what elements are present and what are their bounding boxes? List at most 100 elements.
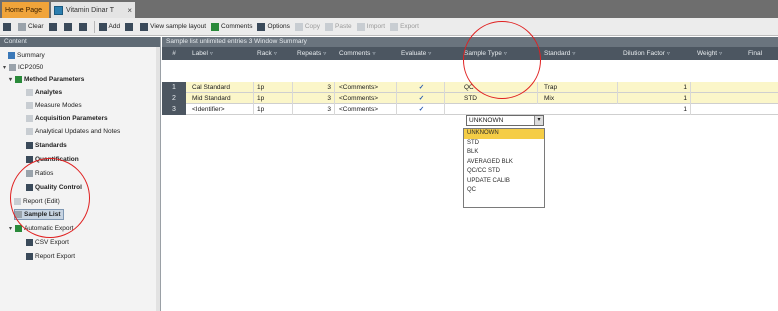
paste-label: Paste [335, 23, 352, 30]
column-header-weight[interactable]: Weight ▿ [695, 47, 743, 60]
chevron-down-icon[interactable]: ▾ [534, 116, 543, 125]
column-label: Evaluate [401, 50, 427, 57]
grid-title: Sample list unlimited entries 3 Window S… [162, 37, 778, 47]
cell-repeats[interactable]: 3 [295, 82, 335, 93]
filter-icon[interactable]: ▿ [372, 51, 375, 57]
copy-label: Copy [304, 23, 321, 30]
tree-item-quantification[interactable]: Quantification [26, 154, 79, 165]
insert-button[interactable] [125, 22, 135, 31]
cell-standard[interactable]: Mix [542, 93, 618, 104]
tree-item-icp[interactable]: ▾ ICP2050 [3, 62, 43, 73]
dropdown-option[interactable]: QC/CC STD [464, 167, 544, 177]
sample-list-icon [15, 211, 22, 218]
tree-item-acquisition-parameters[interactable]: Acquisition Parameters [26, 113, 108, 124]
cell-sample-type[interactable]: STD [462, 93, 538, 104]
table-row[interactable]: 1 Cal Standard 1p 3 <Comments> ✓ QC Trap… [162, 82, 778, 93]
grid-button-2[interactable] [63, 22, 74, 31]
cell-comments[interactable]: <Comments> [337, 93, 397, 104]
column-header-standard[interactable]: Standard ▿ [542, 47, 618, 60]
column-header-evaluate[interactable]: Evaluate ▿ [399, 47, 445, 60]
dropdown-option[interactable]: BLK [464, 148, 544, 158]
column-header-comments[interactable]: Comments ▿ [337, 47, 397, 60]
filter-icon[interactable]: ▿ [504, 51, 507, 57]
cell-label[interactable]: <Identifier> [190, 104, 254, 115]
cell-evaluate-checkbox[interactable]: ✓ [399, 82, 445, 93]
tree-item-measure-modes[interactable]: Measure Modes [26, 100, 82, 111]
column-header-repeats[interactable]: Repeats ▿ [295, 47, 335, 60]
tree-item-quality-control[interactable]: Quality Control [26, 182, 82, 193]
tab-method-document[interactable]: Vitamin Dinar T × [51, 2, 135, 18]
tree-item-method-parameters[interactable]: ▾ Method Parameters [9, 74, 84, 85]
dropdown-option[interactable]: UNKNOWN [464, 129, 544, 139]
cell-standard[interactable]: Trap [542, 82, 618, 93]
filter-icon[interactable]: ▿ [572, 51, 575, 57]
column-header-label[interactable]: Label ▿ [190, 47, 254, 60]
import-button[interactable]: Import [356, 22, 385, 31]
row-number: 2 [162, 93, 186, 104]
dropdown-option[interactable]: UPDATE CALIB [464, 177, 544, 187]
cell-evaluate-checkbox[interactable]: ✓ [399, 93, 445, 104]
table-icon [78, 22, 87, 31]
column-label: Final [748, 50, 763, 57]
cell-rack[interactable]: 1p [255, 93, 293, 104]
filter-icon[interactable]: ▿ [428, 51, 431, 57]
clear-button[interactable]: Clear [18, 22, 44, 31]
cell-rack[interactable]: 1p [255, 82, 293, 93]
view-layout-button[interactable]: View sample layout [140, 22, 206, 31]
paste-button[interactable]: Paste [325, 22, 352, 31]
cell-dilution-factor[interactable]: 1 [621, 104, 691, 115]
cell-repeats[interactable]: 3 [295, 93, 335, 104]
cell-dilution-factor[interactable]: 1 [621, 82, 691, 93]
copy-button[interactable]: Copy [294, 22, 321, 31]
save-icon [3, 22, 11, 31]
tree-item-analytical-updates[interactable]: Analytical Updates and Notes [26, 126, 120, 137]
table-row[interactable]: 3 <Identifier> 1p 3 <Comments> ✓ 1 [162, 104, 778, 115]
column-header-final[interactable]: Final [746, 47, 778, 60]
add-button[interactable]: Add [98, 22, 121, 31]
tree-item-report-edit[interactable]: Report (Edit) [14, 196, 60, 207]
dropdown-option[interactable]: AVERAGED BLK [464, 158, 544, 168]
save-button[interactable] [3, 22, 13, 31]
cell-sample-type[interactable]: QC [462, 82, 538, 93]
tree-item-standards[interactable]: Standards [26, 140, 67, 151]
tree-label: Quantification [35, 156, 79, 163]
cell-rack[interactable]: 1p [255, 104, 293, 115]
table-row[interactable]: 2 Mid Standard 1p 3 <Comments> ✓ STD Mix… [162, 93, 778, 104]
tree-scrollbar[interactable] [156, 47, 160, 311]
cell-label[interactable]: Mid Standard [190, 93, 254, 104]
grid-button-1[interactable] [48, 22, 59, 31]
column-header-dilution-factor[interactable]: Dilution Factor ▿ [621, 47, 691, 60]
filter-icon[interactable]: ▿ [667, 51, 670, 57]
options-button[interactable]: Options [257, 22, 290, 31]
filter-icon[interactable]: ▿ [274, 51, 277, 57]
column-header-sample-type[interactable]: Sample Type ▿ [462, 47, 538, 60]
grid-button-3[interactable] [78, 22, 89, 31]
tab-home-page[interactable]: Home Page [2, 2, 49, 18]
export-button[interactable]: Export [390, 22, 419, 31]
cell-comments[interactable]: <Comments> [337, 82, 397, 93]
dropdown-option[interactable]: QC [464, 186, 544, 196]
cell-dilution-factor[interactable]: 1 [621, 93, 691, 104]
filter-icon[interactable]: ▿ [323, 51, 326, 57]
dropdown-option[interactable]: STD [464, 139, 544, 149]
sample-type-select[interactable]: UNKNOWN ▾ [466, 115, 544, 126]
tree-item-automatic-export[interactable]: ▾ Automatic Export [9, 223, 74, 234]
report-icon [14, 198, 21, 205]
cell-evaluate-checkbox[interactable]: ✓ [399, 104, 445, 115]
cell-comments[interactable]: <Comments> [337, 104, 397, 115]
tree-item-analytes[interactable]: Analytes [26, 87, 62, 98]
cell-label[interactable]: Cal Standard [190, 82, 254, 93]
tree-item-ratios[interactable]: Ratios [26, 168, 53, 179]
grid-header: # Label ▿ Rack ▿ Repeats ▿ Comments ▿ Evalua… [162, 47, 778, 60]
tree-item-csv-export[interactable]: CSV Export [26, 237, 69, 248]
filter-icon[interactable]: ▿ [719, 51, 722, 57]
add-label: Add [108, 23, 121, 30]
tree-item-sample-list[interactable]: Sample List [14, 209, 65, 220]
close-icon[interactable]: × [127, 6, 132, 15]
cell-repeats[interactable]: 3 [295, 104, 335, 115]
column-header-rack[interactable]: Rack ▿ [255, 47, 293, 60]
tree-item-report-export[interactable]: Report Export [26, 251, 75, 262]
comments-button[interactable]: Comments [211, 22, 252, 31]
filter-icon[interactable]: ▿ [210, 51, 213, 57]
tree-item-summary[interactable]: Summary [8, 50, 45, 61]
